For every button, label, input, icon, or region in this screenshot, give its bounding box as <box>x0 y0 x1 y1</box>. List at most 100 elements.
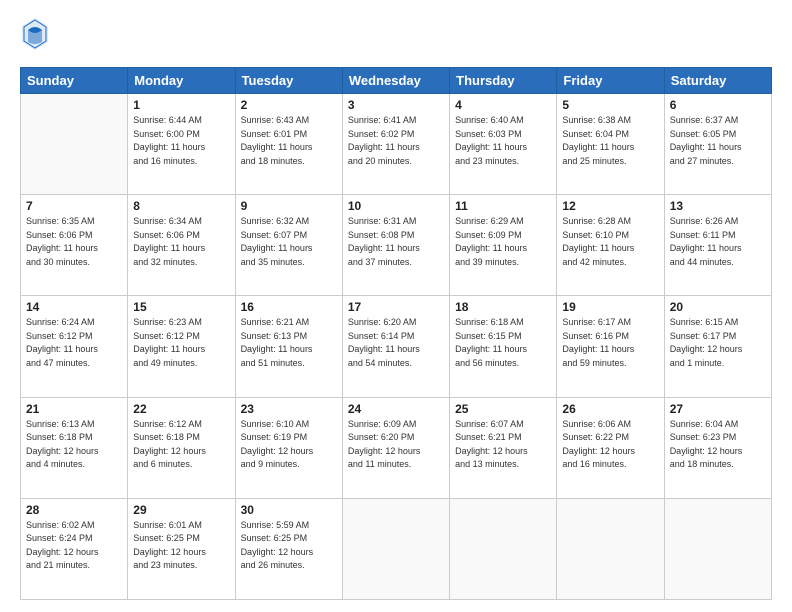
calendar-day-header: Tuesday <box>235 68 342 94</box>
day-info: Sunrise: 6:26 AM Sunset: 6:11 PM Dayligh… <box>670 215 766 269</box>
calendar-cell <box>450 498 557 599</box>
day-number: 4 <box>455 98 551 112</box>
calendar-week-row: 14Sunrise: 6:24 AM Sunset: 6:12 PM Dayli… <box>21 296 772 397</box>
day-info: Sunrise: 6:04 AM Sunset: 6:23 PM Dayligh… <box>670 418 766 472</box>
calendar-cell: 18 Sunrise: 6:18 AM Sunset: 6:15 PM Dayli… <box>450 296 557 397</box>
day-number: 29 <box>133 503 229 517</box>
calendar-cell: 7 Sunrise: 6:35 AM Sunset: 6:06 PM Daylig… <box>21 195 128 296</box>
calendar-header-row: SundayMondayTuesdayWednesdayThursdayFrid… <box>21 68 772 94</box>
day-info: Sunrise: 6:02 AM Sunset: 6:24 PM Dayligh… <box>26 519 122 573</box>
calendar-cell: 19 Sunrise: 6:17 AM Sunset: 6:16 PM Dayli… <box>557 296 664 397</box>
day-info: Sunrise: 6:35 AM Sunset: 6:06 PM Dayligh… <box>26 215 122 269</box>
calendar-cell <box>664 498 771 599</box>
day-number: 22 <box>133 402 229 416</box>
logo-icon <box>20 16 50 57</box>
calendar-cell: 10Sunrise: 6:31 AM Sunset: 6:08 PM Dayli… <box>342 195 449 296</box>
header <box>20 16 772 57</box>
calendar-cell: 8Sunrise: 6:34 AM Sunset: 6:06 PM Daylig… <box>128 195 235 296</box>
calendar-cell: 15Sunrise: 6:23 AM Sunset: 6:12 PM Dayli… <box>128 296 235 397</box>
day-number: 9 <box>241 199 337 213</box>
day-info: Sunrise: 5:59 AM Sunset: 6:25 PM Dayligh… <box>241 519 337 573</box>
day-info: Sunrise: 6:09 AM Sunset: 6:20 PM Dayligh… <box>348 418 444 472</box>
calendar-cell: 17 Sunrise: 6:20 AM Sunset: 6:14 PM Dayli… <box>342 296 449 397</box>
day-number: 2 <box>241 98 337 112</box>
calendar-cell: 16 Sunrise: 6:21 AM Sunset: 6:13 PM Dayli… <box>235 296 342 397</box>
calendar-cell: 22 Sunrise: 6:12 AM Sunset: 6:18 PM Dayli… <box>128 397 235 498</box>
calendar-cell: 28 Sunrise: 6:02 AM Sunset: 6:24 PM Dayli… <box>21 498 128 599</box>
day-info: Sunrise: 6:20 AM Sunset: 6:14 PM Dayligh… <box>348 316 444 370</box>
day-number: 23 <box>241 402 337 416</box>
calendar-cell: 24 Sunrise: 6:09 AM Sunset: 6:20 PM Dayli… <box>342 397 449 498</box>
day-info: Sunrise: 6:43 AM Sunset: 6:01 PM Dayligh… <box>241 114 337 168</box>
day-number: 19 <box>562 300 658 314</box>
day-number: 20 <box>670 300 766 314</box>
calendar-cell: 30Sunrise: 5:59 AM Sunset: 6:25 PM Dayli… <box>235 498 342 599</box>
calendar-cell: 14Sunrise: 6:24 AM Sunset: 6:12 PM Dayli… <box>21 296 128 397</box>
calendar-cell: 29 Sunrise: 6:01 AM Sunset: 6:25 PM Dayli… <box>128 498 235 599</box>
day-number: 12 <box>562 199 658 213</box>
calendar-cell: 6 Sunrise: 6:37 AM Sunset: 6:05 PM Daylig… <box>664 94 771 195</box>
day-number: 7 <box>26 199 122 213</box>
calendar-day-header: Friday <box>557 68 664 94</box>
calendar-week-row: 7 Sunrise: 6:35 AM Sunset: 6:06 PM Daylig… <box>21 195 772 296</box>
day-info: Sunrise: 6:21 AM Sunset: 6:13 PM Dayligh… <box>241 316 337 370</box>
day-info: Sunrise: 6:10 AM Sunset: 6:19 PM Dayligh… <box>241 418 337 472</box>
calendar-cell: 25 Sunrise: 6:07 AM Sunset: 6:21 PM Dayli… <box>450 397 557 498</box>
day-number: 25 <box>455 402 551 416</box>
day-info: Sunrise: 6:07 AM Sunset: 6:21 PM Dayligh… <box>455 418 551 472</box>
day-number: 24 <box>348 402 444 416</box>
day-info: Sunrise: 6:32 AM Sunset: 6:07 PM Dayligh… <box>241 215 337 269</box>
calendar-cell: 26 Sunrise: 6:06 AM Sunset: 6:22 PM Dayli… <box>557 397 664 498</box>
day-info: Sunrise: 6:37 AM Sunset: 6:05 PM Dayligh… <box>670 114 766 168</box>
day-info: Sunrise: 6:01 AM Sunset: 6:25 PM Dayligh… <box>133 519 229 573</box>
calendar-week-row: 21 Sunrise: 6:13 AM Sunset: 6:18 PM Dayli… <box>21 397 772 498</box>
day-number: 26 <box>562 402 658 416</box>
calendar-day-header: Monday <box>128 68 235 94</box>
day-number: 5 <box>562 98 658 112</box>
day-info: Sunrise: 6:17 AM Sunset: 6:16 PM Dayligh… <box>562 316 658 370</box>
day-info: Sunrise: 6:38 AM Sunset: 6:04 PM Dayligh… <box>562 114 658 168</box>
day-info: Sunrise: 6:13 AM Sunset: 6:18 PM Dayligh… <box>26 418 122 472</box>
day-number: 14 <box>26 300 122 314</box>
calendar-cell: 13 Sunrise: 6:26 AM Sunset: 6:11 PM Dayli… <box>664 195 771 296</box>
day-info: Sunrise: 6:06 AM Sunset: 6:22 PM Dayligh… <box>562 418 658 472</box>
calendar-cell: 4Sunrise: 6:40 AM Sunset: 6:03 PM Daylig… <box>450 94 557 195</box>
calendar-cell <box>557 498 664 599</box>
day-number: 18 <box>455 300 551 314</box>
day-number: 27 <box>670 402 766 416</box>
calendar-week-row: 28 Sunrise: 6:02 AM Sunset: 6:24 PM Dayli… <box>21 498 772 599</box>
calendar-day-header: Wednesday <box>342 68 449 94</box>
calendar-week-row: 1Sunrise: 6:44 AM Sunset: 6:00 PM Daylig… <box>21 94 772 195</box>
day-number: 8 <box>133 199 229 213</box>
calendar-cell: 1Sunrise: 6:44 AM Sunset: 6:00 PM Daylig… <box>128 94 235 195</box>
day-info: Sunrise: 6:29 AM Sunset: 6:09 PM Dayligh… <box>455 215 551 269</box>
calendar-day-header: Thursday <box>450 68 557 94</box>
day-number: 28 <box>26 503 122 517</box>
day-number: 11 <box>455 199 551 213</box>
calendar-cell <box>21 94 128 195</box>
page: SundayMondayTuesdayWednesdayThursdayFrid… <box>0 0 792 612</box>
day-number: 17 <box>348 300 444 314</box>
day-number: 15 <box>133 300 229 314</box>
day-info: Sunrise: 6:12 AM Sunset: 6:18 PM Dayligh… <box>133 418 229 472</box>
day-info: Sunrise: 6:18 AM Sunset: 6:15 PM Dayligh… <box>455 316 551 370</box>
calendar-cell: 21 Sunrise: 6:13 AM Sunset: 6:18 PM Dayli… <box>21 397 128 498</box>
calendar-cell: 11 Sunrise: 6:29 AM Sunset: 6:09 PM Dayli… <box>450 195 557 296</box>
day-info: Sunrise: 6:41 AM Sunset: 6:02 PM Dayligh… <box>348 114 444 168</box>
calendar-cell <box>342 498 449 599</box>
day-number: 21 <box>26 402 122 416</box>
calendar-cell: 9 Sunrise: 6:32 AM Sunset: 6:07 PM Daylig… <box>235 195 342 296</box>
calendar-cell: 3Sunrise: 6:41 AM Sunset: 6:02 PM Daylig… <box>342 94 449 195</box>
logo <box>20 16 54 57</box>
day-number: 6 <box>670 98 766 112</box>
day-number: 10 <box>348 199 444 213</box>
day-number: 13 <box>670 199 766 213</box>
day-info: Sunrise: 6:44 AM Sunset: 6:00 PM Dayligh… <box>133 114 229 168</box>
calendar-table: SundayMondayTuesdayWednesdayThursdayFrid… <box>20 67 772 600</box>
calendar-day-header: Saturday <box>664 68 771 94</box>
calendar-day-header: Sunday <box>21 68 128 94</box>
calendar-cell: 20Sunrise: 6:15 AM Sunset: 6:17 PM Dayli… <box>664 296 771 397</box>
day-number: 16 <box>241 300 337 314</box>
calendar-cell: 5 Sunrise: 6:38 AM Sunset: 6:04 PM Daylig… <box>557 94 664 195</box>
calendar-cell: 23 Sunrise: 6:10 AM Sunset: 6:19 PM Dayli… <box>235 397 342 498</box>
